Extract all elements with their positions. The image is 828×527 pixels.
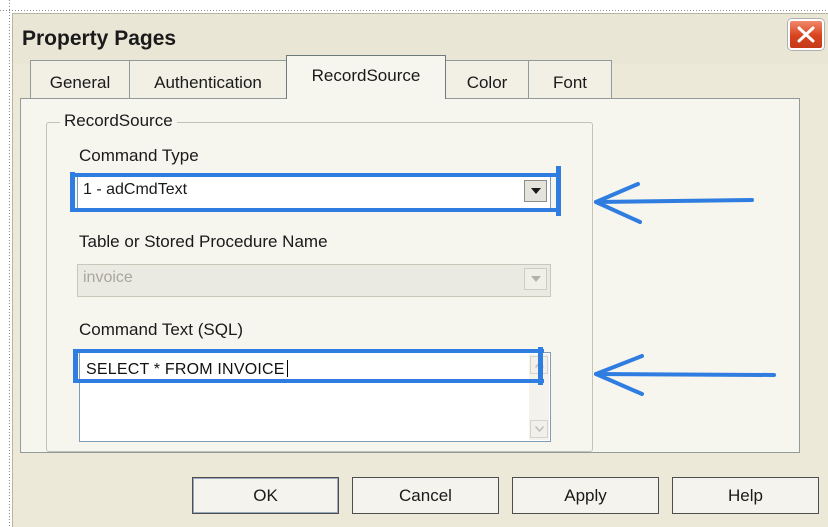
tab-color[interactable]: Color: [445, 60, 529, 98]
annotation-highlight-command-text: [74, 349, 544, 383]
table-name-dropdown-button: [524, 268, 547, 290]
help-button[interactable]: Help: [672, 477, 819, 514]
close-icon: [797, 26, 815, 43]
table-name-label: Table or Stored Procedure Name: [79, 232, 328, 251]
scroll-down-button[interactable]: [530, 420, 548, 438]
tab-label: Authentication: [154, 73, 262, 92]
apply-button[interactable]: Apply: [512, 477, 659, 514]
dotted-guide-horizontal: [0, 10, 828, 11]
close-button[interactable]: [788, 19, 824, 50]
table-name-value: invoice: [83, 269, 133, 286]
chevron-down-icon: [535, 426, 544, 432]
annotation-highlight-edge: [73, 349, 78, 383]
command-type-label: Command Type: [79, 146, 199, 165]
window-title: Property Pages: [22, 27, 177, 50]
ok-button[interactable]: OK: [192, 477, 339, 514]
annotation-highlight-edge: [538, 347, 543, 385]
arrow-left-icon: [594, 182, 754, 224]
annotation-highlight-command-type: [72, 173, 560, 212]
table-name-select: invoice: [77, 264, 551, 297]
dotted-guide-vertical: [9, 0, 10, 527]
tab-label: General: [49, 73, 111, 92]
annotation-highlight-edge: [70, 172, 75, 212]
tab-general[interactable]: General: [30, 60, 130, 98]
tab-label: RecordSource: [311, 66, 421, 85]
tab-label: Font: [552, 73, 588, 92]
command-text-label: Command Text (SQL): [79, 320, 244, 339]
arrow-left-icon: [594, 354, 776, 396]
cancel-button[interactable]: Cancel: [352, 477, 499, 514]
chevron-down-icon: [531, 276, 541, 282]
tab-font[interactable]: Font: [528, 60, 612, 98]
annotation-highlight-edge: [556, 166, 561, 216]
tab-authentication[interactable]: Authentication: [129, 60, 287, 98]
group-label: RecordSource: [60, 111, 177, 131]
tab-label: Color: [466, 73, 508, 92]
tab-recordsource[interactable]: RecordSource: [286, 55, 446, 99]
